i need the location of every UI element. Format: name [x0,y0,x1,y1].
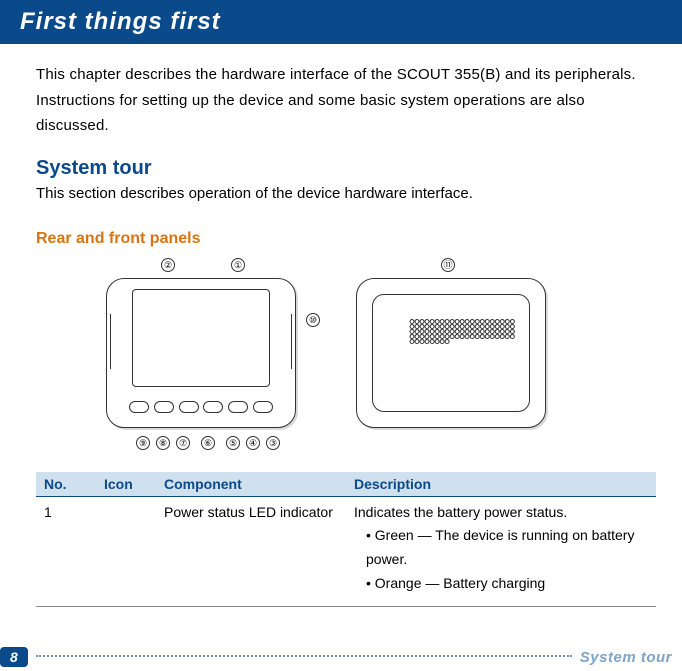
th-description: Description [354,476,648,492]
device-speaker-grill: ∘∘∘∘∘∘∘∘∘∘∘∘∘∘∘∘∘∘∘∘∘∘∘∘∘∘∘∘∘∘∘∘∘∘∘∘∘∘∘∘… [407,319,515,379]
device-button [203,401,223,413]
td-icon [104,501,164,596]
th-component: Component [164,476,354,492]
td-component: Power status LED indicator [164,501,354,596]
device-button [228,401,248,413]
device-front-outline [106,278,296,428]
device-button [154,401,174,413]
device-button [179,401,199,413]
intro-paragraph: This chapter describes the hardware inte… [36,62,656,139]
heading-system-tour: System tour [36,157,656,180]
component-table-header: No. Icon Component Description [36,472,656,497]
callout-5: ⑤ [226,436,240,450]
footer-section-label: System tour [580,649,672,666]
page-footer: 8 System tour [0,647,672,667]
heading-rear-front-panels: Rear and front panels [36,230,656,248]
front-panel-diagram: ① ② ⑩ ③ ④ ⑤ ⑥ ⑦ ⑧ ⑨ [106,278,296,428]
device-rear-outline: ∘∘∘∘∘∘∘∘∘∘∘∘∘∘∘∘∘∘∘∘∘∘∘∘∘∘∘∘∘∘∘∘∘∘∘∘∘∘∘∘… [356,278,546,428]
table-row: 1 Power status LED indicator Indicates t… [36,497,656,607]
footer-divider [36,655,572,657]
callout-2: ② [161,258,175,272]
device-button-row [127,397,275,417]
callout-11: ⑪ [441,258,455,272]
td-description: Indicates the battery power status. Gree… [354,501,648,596]
th-no: No. [44,476,104,492]
device-button [253,401,273,413]
td-desc-text: Indicates the battery power status. [354,504,567,520]
device-screen [132,289,270,387]
callout-3: ③ [266,436,280,450]
callout-8: ⑧ [156,436,170,450]
td-no: 1 [44,501,104,596]
page-number: 8 [0,647,28,667]
list-item: Orange — Battery charging [354,572,648,596]
device-button [129,401,149,413]
callout-4: ④ [246,436,260,450]
callout-10: ⑩ [306,313,320,327]
device-side-left [110,314,116,369]
th-icon: Icon [104,476,164,492]
device-diagrams: ① ② ⑩ ③ ④ ⑤ ⑥ ⑦ ⑧ ⑨ ∘∘∘∘∘∘∘∘∘∘∘∘∘∘∘∘∘∘∘∘… [36,248,656,448]
chapter-title: First things first [20,8,221,35]
page-content: This chapter describes the hardware inte… [0,44,682,607]
callout-9: ⑨ [136,436,150,450]
callout-1: ① [231,258,245,272]
chapter-title-bar: First things first [0,0,682,44]
callout-6: ⑥ [201,436,215,450]
callout-7: ⑦ [176,436,190,450]
list-item: Green — The device is running on battery… [354,524,648,572]
system-tour-text: This section describes operation of the … [36,182,656,206]
device-side-right [286,314,292,369]
td-desc-list: Green — The device is running on battery… [354,524,648,595]
rear-panel-diagram: ∘∘∘∘∘∘∘∘∘∘∘∘∘∘∘∘∘∘∘∘∘∘∘∘∘∘∘∘∘∘∘∘∘∘∘∘∘∘∘∘… [356,278,546,428]
